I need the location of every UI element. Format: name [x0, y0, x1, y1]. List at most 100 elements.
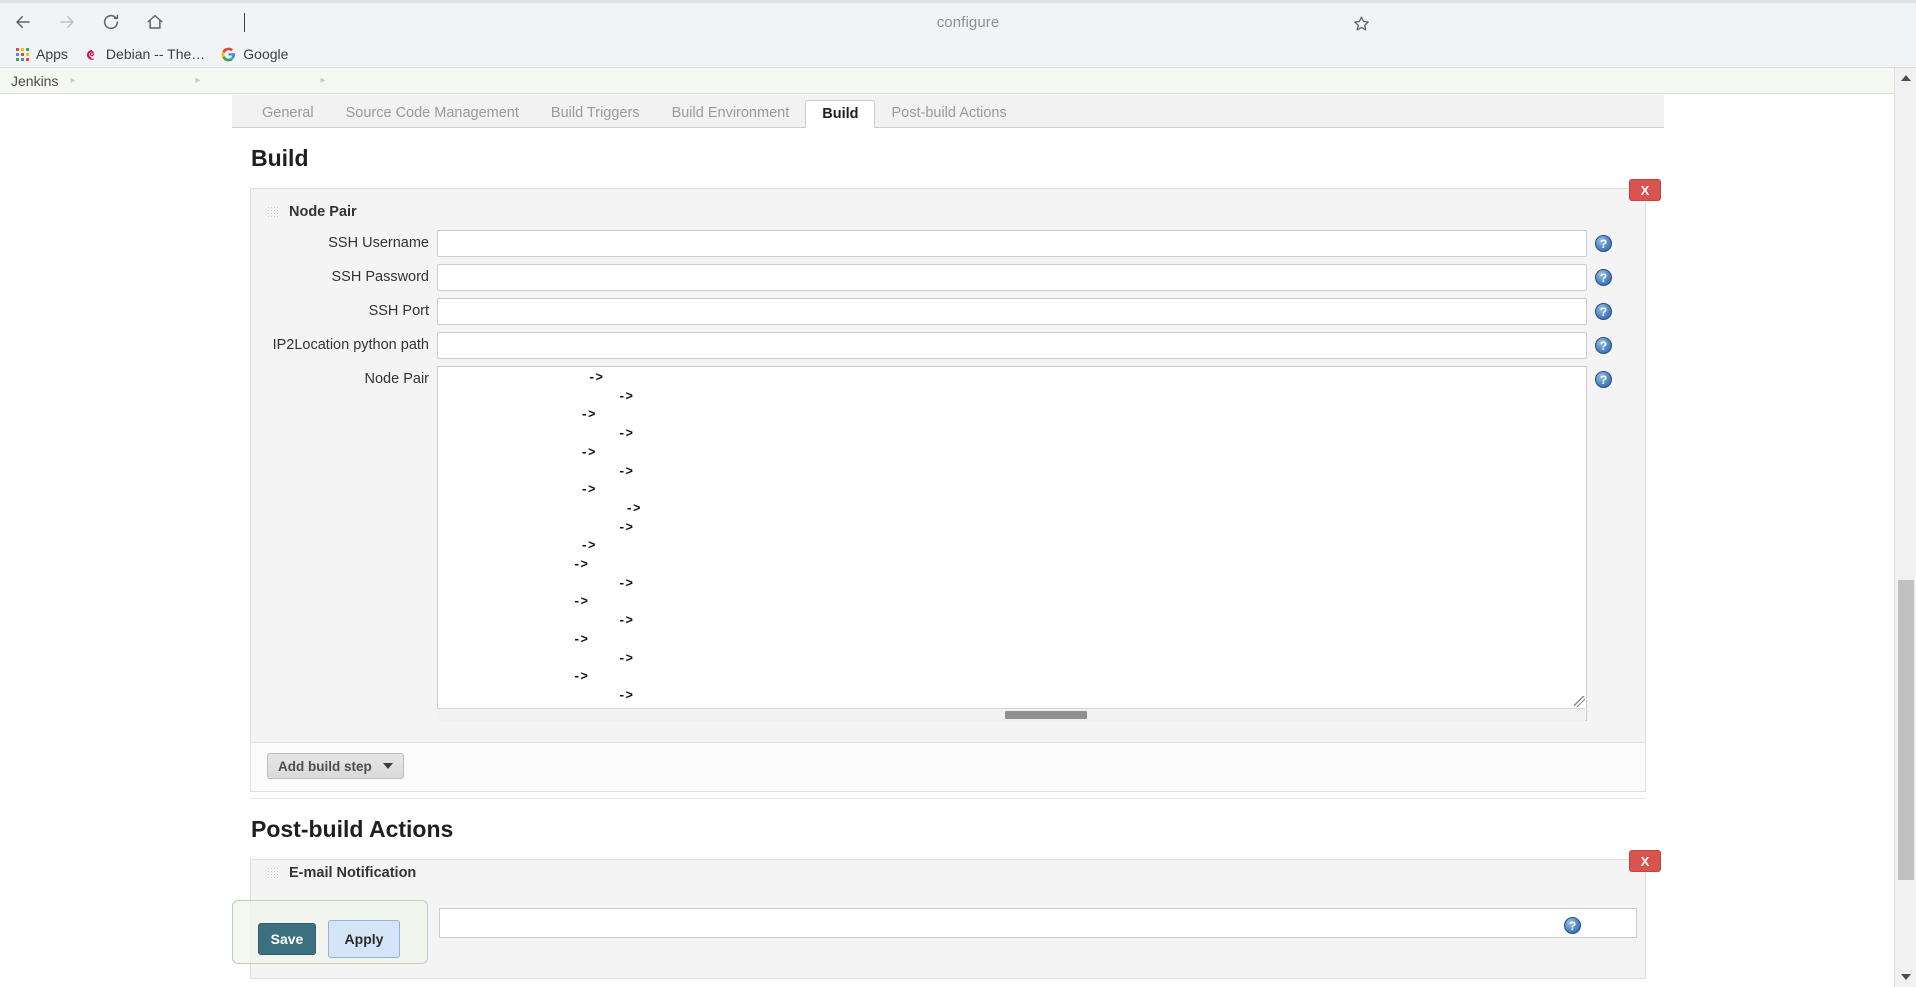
- address-bar-text: configure: [936, 14, 1000, 31]
- scrollbar-thumb[interactable]: [1898, 580, 1914, 880]
- bookmark-debian[interactable]: Debian -- The…: [76, 43, 213, 65]
- save-apply-bar: Save Apply: [232, 900, 428, 964]
- email-notification-title: E-mail Notification: [289, 865, 417, 881]
- help-icon-email-notification[interactable]: ?: [1564, 917, 1581, 934]
- reload-button[interactable]: [94, 5, 128, 39]
- label-ip2location-python-path: IP2Location python path: [272, 337, 429, 353]
- help-icon-node-pair[interactable]: ?: [1595, 371, 1612, 388]
- node-pair-line: ->: [438, 632, 589, 647]
- control-ssh-username: [437, 230, 1595, 257]
- node-pair-line: ->: [438, 501, 641, 516]
- node-pair-line: ->: [438, 483, 596, 498]
- node-pair-line: ->: [438, 408, 596, 423]
- arrow-left-icon: [16, 16, 30, 28]
- help-icon-ssh-port[interactable]: ?: [1595, 303, 1612, 320]
- breadcrumb-separator-3: ▸: [320, 75, 326, 86]
- help-icon-ip2location-python-path[interactable]: ?: [1595, 337, 1612, 354]
- node-pair-title: Node Pair: [289, 204, 357, 220]
- textarea-horizontal-scrollbar[interactable]: [437, 708, 1585, 721]
- help-icon-ssh-password[interactable]: ?: [1595, 269, 1612, 286]
- add-build-step-row: Add build step: [251, 743, 1645, 791]
- node-pair-line: ->: [438, 670, 589, 685]
- field-row-ip2location-python-path: IP2Location python path ?: [251, 332, 1645, 366]
- breadcrumb: Jenkins ▸ ▸ ▸: [0, 68, 1894, 94]
- node-pair-line: ->: [438, 520, 634, 535]
- label-ssh-password: SSH Password: [331, 269, 429, 285]
- ssh-username-input[interactable]: [437, 230, 1587, 257]
- drag-handle-icon[interactable]: [267, 206, 278, 218]
- node-pair-line: ->: [438, 539, 596, 554]
- drag-handle-icon[interactable]: [267, 867, 278, 879]
- scroll-down-button[interactable]: [1895, 967, 1916, 987]
- google-g-icon: [221, 47, 236, 61]
- node-pair-header: Node Pair: [251, 199, 1645, 230]
- node-pair-line: ->: [438, 576, 634, 591]
- control-ssh-port: [437, 298, 1595, 325]
- address-bar[interactable]: configure: [198, 9, 1738, 36]
- node-pair-line: ->: [438, 389, 634, 404]
- ssh-password-input[interactable]: [437, 264, 1587, 291]
- node-pair-line: ->: [438, 595, 589, 610]
- bookmark-apps[interactable]: Apps: [8, 43, 76, 65]
- control-ssh-password: [437, 264, 1595, 291]
- tab-post-build-actions[interactable]: Post-build Actions: [875, 99, 1022, 127]
- arrow-right-icon: [60, 16, 74, 28]
- control-node-pair: -> -> -> -> -> -> -> -> -> -> -> -> -> -…: [437, 366, 1595, 721]
- ssh-port-input[interactable]: [437, 298, 1587, 325]
- page-scrollbar[interactable]: [1894, 68, 1916, 987]
- browser-nav-bar: configure: [0, 3, 1916, 41]
- node-pair-line: ->: [438, 558, 589, 573]
- address-bar-caret: [244, 13, 245, 32]
- config-tab-bar: General Source Code Management Build Tri…: [232, 95, 1664, 128]
- node-pair-textarea[interactable]: -> -> -> -> -> -> -> -> -> -> -> -> -> -…: [437, 366, 1587, 721]
- configure-form: General Source Code Management Build Tri…: [232, 95, 1664, 987]
- control-ip2location-python-path: [437, 332, 1595, 359]
- delete-postbuild-action-button[interactable]: X: [1629, 850, 1661, 872]
- save-button[interactable]: Save: [258, 923, 316, 955]
- bookmark-debian-label: Debian -- The…: [105, 46, 206, 62]
- debian-swirl-icon: [86, 49, 94, 60]
- caret-down-icon: [382, 763, 393, 769]
- delete-build-step-button[interactable]: X: [1629, 179, 1661, 201]
- tab-general[interactable]: General: [246, 99, 330, 127]
- email-notification-header: E-mail Notification: [251, 860, 1645, 891]
- chevron-down-icon: [1901, 974, 1911, 980]
- node-pair-block: Node Pair SSH Username ? SSH Password ? …: [251, 189, 1645, 743]
- apply-button[interactable]: Apply: [328, 920, 400, 958]
- node-pair-line: ->: [438, 651, 634, 666]
- home-button[interactable]: [138, 5, 172, 39]
- node-pair-line: ->: [438, 445, 596, 460]
- tab-build-environment[interactable]: Build Environment: [656, 99, 806, 127]
- forward-button[interactable]: [50, 5, 84, 39]
- node-pair-textarea-wrap: -> -> -> -> -> -> -> -> -> -> -> -> -> -…: [437, 366, 1587, 721]
- breadcrumb-item-jenkins[interactable]: Jenkins: [0, 73, 58, 89]
- tab-source-code-management[interactable]: Source Code Management: [330, 99, 535, 127]
- star-icon: [1353, 15, 1369, 31]
- jenkins-page: Jenkins ▸ ▸ ▸ General Source Code Manage…: [0, 68, 1894, 987]
- ip2location-python-path-input[interactable]: [437, 332, 1587, 359]
- bookmark-star-button[interactable]: [1347, 9, 1375, 37]
- help-icon-ssh-username[interactable]: ?: [1595, 235, 1612, 252]
- bookmark-google[interactable]: Google: [213, 43, 296, 65]
- add-build-step-button[interactable]: Add build step: [267, 753, 404, 779]
- textarea-scroll-thumb[interactable]: [1005, 711, 1087, 719]
- node-pair-line: ->: [438, 464, 634, 479]
- email-recipients-input[interactable]: [439, 908, 1637, 938]
- bookmarks-bar: Apps Debian -- The… Google: [0, 41, 1916, 68]
- scroll-up-button[interactable]: [1895, 68, 1916, 88]
- add-build-step-label: Add build step: [278, 758, 372, 774]
- tab-build-triggers[interactable]: Build Triggers: [535, 99, 656, 127]
- field-row-node-pair: Node Pair -> -> -> -> -> -> -> -> -> -> …: [251, 366, 1645, 728]
- breadcrumb-separator-2: ▸: [195, 75, 201, 86]
- label-ssh-username: SSH Username: [328, 235, 429, 251]
- breadcrumb-separator-1: ▸: [70, 75, 76, 86]
- build-section: Build X Node Pair SSH Username ? SSH Pas…: [232, 128, 1664, 979]
- bookmark-google-label: Google: [243, 46, 289, 62]
- textarea-resize-handle[interactable]: [1574, 696, 1585, 707]
- node-pair-line: ->: [438, 688, 634, 703]
- back-button[interactable]: [6, 5, 40, 39]
- label-ssh-port: SSH Port: [368, 303, 429, 319]
- bookmark-apps-label: Apps: [36, 46, 68, 62]
- tab-build[interactable]: Build: [805, 100, 876, 128]
- home-icon: [147, 14, 163, 29]
